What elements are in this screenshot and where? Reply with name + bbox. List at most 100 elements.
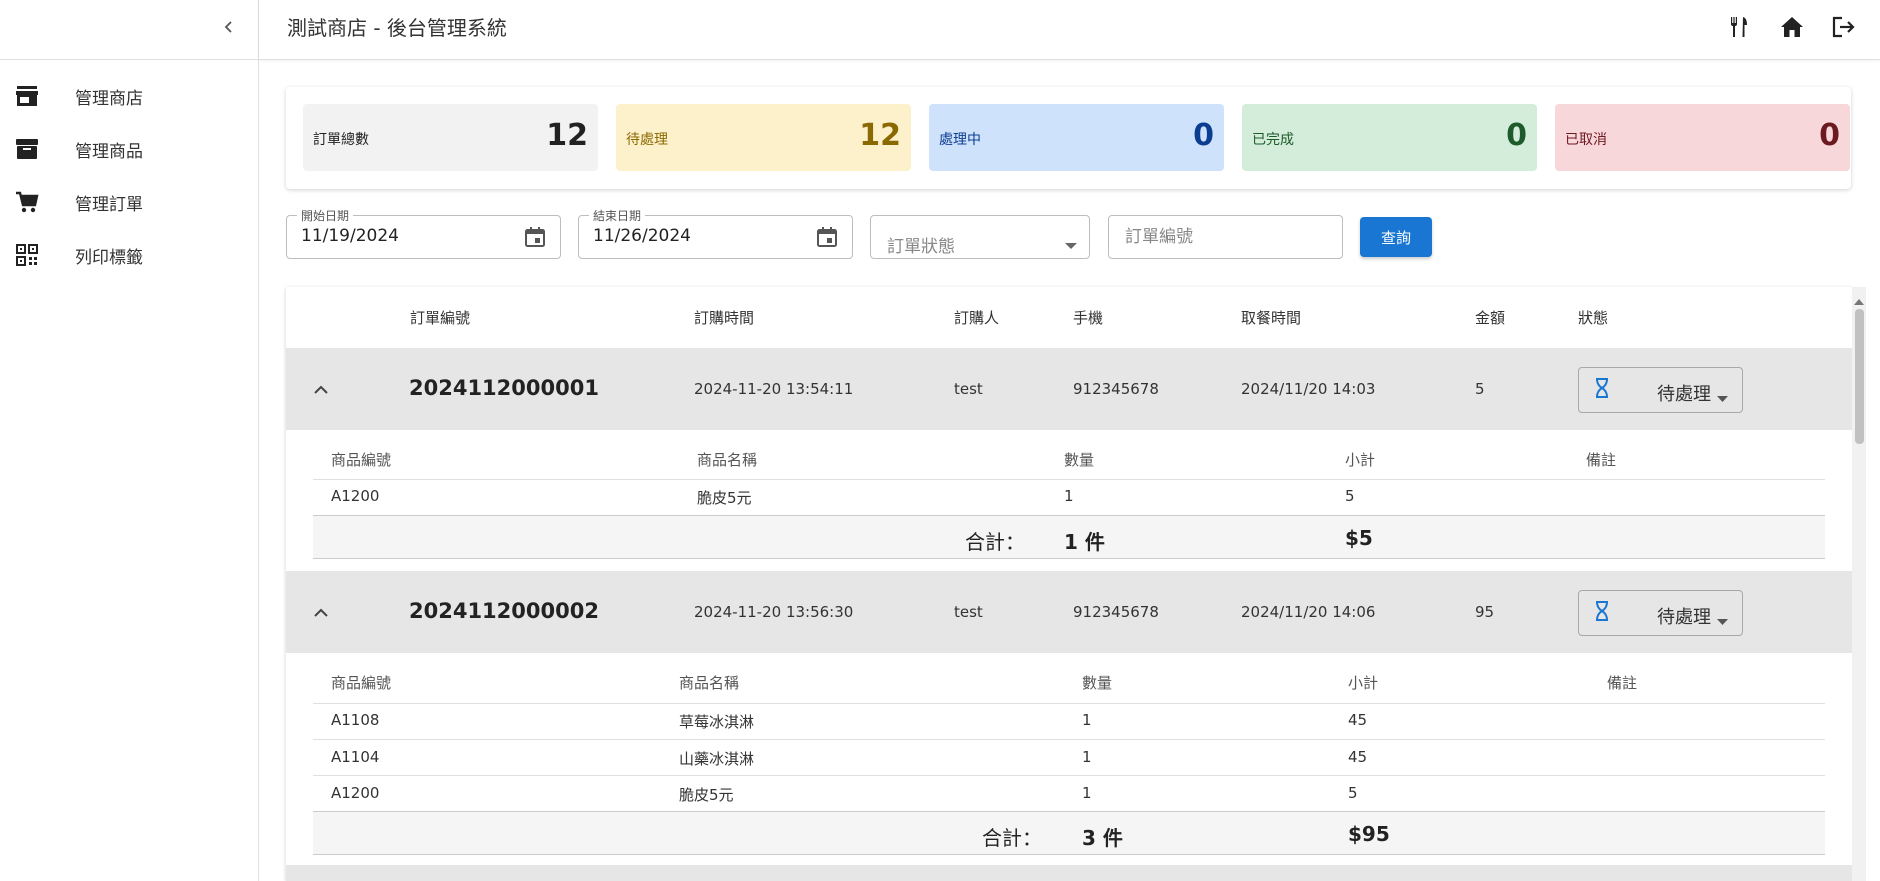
top-bar: 測試商店 - 後台管理系統 <box>259 0 1880 60</box>
scroll-up-icon[interactable] <box>1854 290 1864 305</box>
collapse-order-button[interactable] <box>306 374 336 404</box>
restaurant-button[interactable] <box>1724 12 1754 42</box>
order-buyer: test <box>954 603 983 621</box>
divider <box>313 775 1825 776</box>
next-order-row <box>286 865 1852 881</box>
sidebar-item-manage-store[interactable]: 管理商店 <box>0 71 259 121</box>
divider <box>313 479 1825 480</box>
detail-header-note: 備註 <box>1586 451 1617 469</box>
item-subtotal: 45 <box>1348 711 1368 729</box>
utensils-icon <box>1731 17 1747 37</box>
sidebar-item-manage-products[interactable]: 管理商品 <box>0 124 259 174</box>
item-code: A1108 <box>331 711 380 729</box>
order-status-label: 待處理 <box>1657 384 1711 405</box>
item-subtotal: 45 <box>1348 748 1368 766</box>
home-icon <box>1781 17 1803 37</box>
order-row[interactable]: 2024112000001 2024-11-20 13:54:11 test 9… <box>286 348 1852 430</box>
scrollbar-thumb[interactable] <box>1855 309 1864 444</box>
store-icon <box>14 83 40 109</box>
item-code: A1200 <box>331 784 380 802</box>
end-date-label: 結束日期 <box>589 207 646 224</box>
stat-cancelled: 已取消 0 <box>1555 104 1850 171</box>
sidebar-item-label: 管理商店 <box>75 88 143 109</box>
collapse-sidebar-button[interactable] <box>214 12 244 42</box>
order-time: 2024-11-20 13:56:30 <box>694 603 854 621</box>
sidebar-item-manage-orders[interactable]: 管理訂單 <box>0 177 259 227</box>
sidebar: 管理商店 管理商品 管理訂單 列印標籤 <box>0 0 259 881</box>
detail-header-code: 商品編號 <box>331 451 392 469</box>
stat-value: 0 <box>1819 118 1840 153</box>
app-title: 測試商店 - 後台管理系統 <box>287 16 507 40</box>
header-phone: 手機 <box>1073 309 1104 327</box>
orders-table: 訂單編號 訂購時間 訂購人 手機 取餐時間 金額 狀態 202411200000… <box>286 287 1852 881</box>
stat-value: 0 <box>1506 118 1527 153</box>
total-amount: $5 <box>1345 526 1373 550</box>
order-pickup-time: 2024/11/20 14:06 <box>1241 603 1376 621</box>
stat-value: 12 <box>859 118 901 153</box>
stat-processing: 處理中 0 <box>929 104 1224 171</box>
order-total-bar: 合計： 3 件 $95 <box>313 811 1825 855</box>
chevron-down-icon <box>1065 235 1077 254</box>
divider <box>313 739 1825 740</box>
calendar-icon[interactable] <box>814 224 840 250</box>
detail-header-qty: 數量 <box>1082 674 1113 692</box>
header-order-no: 訂單編號 <box>410 309 471 327</box>
order-summary-card: 訂單總數 12 待處理 12 處理中 0 已完成 0 已取消 0 <box>286 87 1851 189</box>
detail-header-note: 備註 <box>1607 674 1638 692</box>
sidebar-item-label: 管理訂單 <box>75 194 143 215</box>
end-date-field[interactable]: 結束日期 11/26/2024 <box>578 207 853 259</box>
order-row[interactable]: 2024112000002 2024-11-20 13:56:30 test 9… <box>286 571 1852 653</box>
order-total-bar: 合計： 1 件 $5 <box>313 515 1825 559</box>
chevron-down-icon <box>1717 610 1728 629</box>
chevron-up-icon <box>314 385 328 394</box>
logout-button[interactable] <box>1829 12 1859 42</box>
detail-header-subtotal: 小計 <box>1345 451 1376 469</box>
stat-label: 已取消 <box>1565 132 1607 148</box>
stat-label: 處理中 <box>939 132 981 148</box>
stat-label: 已完成 <box>1252 132 1294 148</box>
order-status-dropdown[interactable]: 待處理 <box>1578 367 1743 413</box>
home-button[interactable] <box>1777 12 1807 42</box>
header-buyer: 訂購人 <box>954 309 1000 327</box>
header-amount: 金額 <box>1475 309 1506 327</box>
total-quantity: 1 件 <box>1064 530 1105 554</box>
calendar-icon[interactable] <box>522 224 548 250</box>
stat-pending: 待處理 12 <box>616 104 911 171</box>
item-name: 脆皮5元 <box>679 786 734 804</box>
order-phone: 912345678 <box>1073 603 1159 621</box>
stat-label: 訂單總數 <box>313 132 369 148</box>
item-qty: 1 <box>1082 784 1092 802</box>
order-status-placeholder: 訂單狀態 <box>887 237 955 257</box>
total-label: 合計： <box>965 530 1025 554</box>
stat-value: 0 <box>1193 118 1214 153</box>
qr-code-icon <box>14 242 40 268</box>
order-time: 2024-11-20 13:54:11 <box>694 380 854 398</box>
collapse-order-button[interactable] <box>306 597 336 627</box>
end-date-value: 11/26/2024 <box>593 226 691 246</box>
order-number-input[interactable] <box>1108 215 1343 259</box>
hourglass-icon <box>1595 378 1609 402</box>
order-status-select[interactable]: 訂單狀態 <box>870 215 1090 259</box>
sidebar-divider <box>0 59 259 60</box>
item-subtotal: 5 <box>1348 784 1358 802</box>
order-detail: 商品編號 商品名稱 數量 小計 備註 A1200 脆皮5元 1 5 合計： 1 … <box>313 449 1825 577</box>
order-status-dropdown[interactable]: 待處理 <box>1578 590 1743 636</box>
order-amount: 95 <box>1475 603 1495 621</box>
query-button[interactable]: 查詢 <box>1360 217 1432 257</box>
item-name: 草莓冰淇淋 <box>679 713 755 731</box>
start-date-label: 開始日期 <box>297 207 354 224</box>
total-label: 合計： <box>982 826 1042 850</box>
item-name: 山藥冰淇淋 <box>679 750 755 768</box>
start-date-value: 11/19/2024 <box>301 226 399 246</box>
cart-icon <box>14 189 40 215</box>
header-pickup-time: 取餐時間 <box>1241 309 1302 327</box>
start-date-field[interactable]: 開始日期 11/19/2024 <box>286 207 561 259</box>
sidebar-item-print-labels[interactable]: 列印標籤 <box>0 230 259 280</box>
item-name: 脆皮5元 <box>697 489 752 507</box>
order-number: 2024112000002 <box>409 599 599 623</box>
item-qty: 1 <box>1082 711 1092 729</box>
header-status: 狀態 <box>1578 309 1609 327</box>
header-order-time: 訂購時間 <box>694 309 755 327</box>
item-qty: 1 <box>1064 487 1074 505</box>
sidebar-item-label: 管理商品 <box>75 141 143 162</box>
